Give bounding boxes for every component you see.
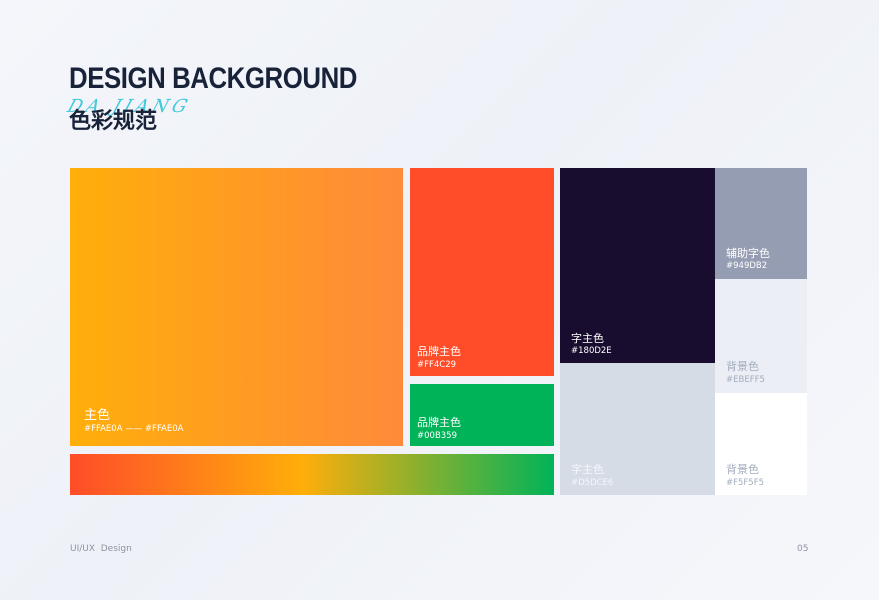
swatch-hex: #00B359 (417, 431, 457, 441)
page-number: 05 (797, 544, 809, 554)
swatch-label: 品牌主色 (417, 416, 461, 429)
text-dark-swatch: 字主色 #180D2E (560, 168, 715, 363)
brand-green-swatch: 品牌主色 #00B359 (410, 384, 554, 446)
swatch-label: 背景色 (726, 463, 759, 476)
primary-color-swatch: 主色 #FFAE0A —— #FFAE0A (70, 168, 403, 446)
swatch-hex: #FFAE0A —— #FFAE0A (84, 424, 184, 434)
footer-label: UI/UX Design (70, 544, 132, 554)
swatch-label: 主色 (84, 408, 111, 423)
swatch-label: 字主色 (571, 463, 604, 476)
swatch-hex: #180D2E (571, 346, 612, 356)
aux-text-swatch: 辅助字色 #949DB2 (715, 168, 807, 279)
swatch-hex: #FF4C29 (417, 360, 457, 370)
text-light-swatch: 字主色 #D5DCE6 (560, 363, 715, 495)
page-subtitle: 色彩规范 (69, 109, 158, 134)
background-color-swatch-1: 背景色 #EBEFF5 (715, 279, 807, 393)
swatch-hex: #D5DCE6 (571, 478, 614, 488)
swatch-label: 字主色 (571, 332, 604, 345)
brand-red-swatch: 品牌主色 #FF4C29 (410, 168, 554, 376)
swatch-label: 辅助字色 (726, 247, 770, 260)
swatch-hex: #EBEFF5 (726, 375, 765, 385)
swatch-label: 品牌主色 (417, 345, 461, 358)
gradient-bar (70, 454, 554, 495)
swatch-label: 背景色 (726, 360, 759, 373)
page-title: DESIGN BACKGROUND (69, 62, 357, 95)
background-color-swatch-2: 背景色 #F5F5F5 (715, 393, 807, 495)
swatch-hex: #F5F5F5 (726, 478, 765, 488)
swatch-hex: #949DB2 (726, 261, 768, 271)
